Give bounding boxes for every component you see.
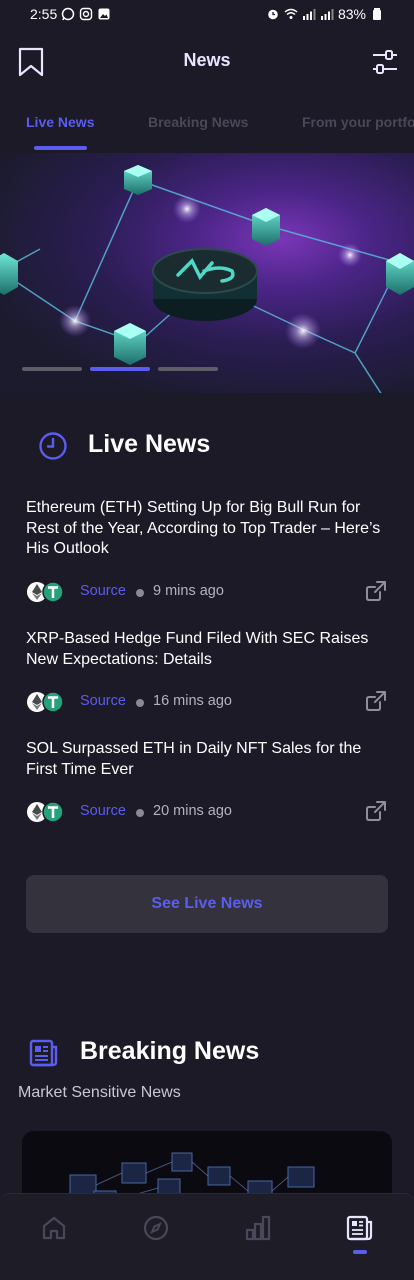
clock-icon [39,432,67,460]
coin-pair-icon [27,801,64,823]
news-headline[interactable]: XRP-Based Hedge Fund Filed With SEC Rais… [26,629,388,670]
external-link-icon[interactable] [364,799,388,823]
status-right: 83% [266,6,384,22]
external-link-icon[interactable] [364,689,388,713]
news-headline[interactable]: SOL Surpassed ETH in Daily NFT Sales for… [26,739,388,780]
news-tabs: Live News Breaking News From your portfo [0,108,414,154]
separator-dot [136,588,144,597]
gallery-icon [98,8,110,20]
news-item[interactable]: SOL Surpassed ETH in Daily NFT Sales for… [26,739,388,825]
active-nav-indicator [353,1250,367,1254]
signal-1-icon [302,9,316,20]
live-news-header: Live News [0,426,414,466]
active-tab-indicator [34,146,87,150]
news-item[interactable]: XRP-Based Hedge Fund Filed With SEC Rais… [26,629,388,715]
alarm-icon [268,9,278,20]
live-news-title: Live News [88,430,211,458]
blockchain-illustration [0,165,414,393]
external-link-icon[interactable] [364,579,388,603]
chart-icon[interactable] [244,1214,272,1242]
source-link[interactable]: Source [80,693,126,709]
whatsapp-icon [62,7,75,21]
breaking-news-title: Breaking News [80,1037,260,1065]
news-meta: Source 16 mins ago [26,689,388,715]
wifi-icon [284,8,298,19]
source-link[interactable]: Source [80,583,126,599]
breaking-news-header: Breaking News [0,1033,414,1073]
tab-live-news[interactable]: Live News [26,114,94,130]
battery-percent: 83% [337,6,366,22]
instagram-icon [80,7,93,21]
tab-breaking-news[interactable]: Breaking News [148,114,248,130]
app-header: News [0,40,414,84]
coin-pair-icon [27,580,64,603]
source-link[interactable]: Source [80,803,126,819]
battery-icon [373,8,381,20]
news-screen: 2:55 83% News Live News Breaking News Fr… [0,0,414,1280]
news-time: 16 mins ago [153,693,232,709]
separator-dot [136,699,144,707]
compass-icon[interactable] [142,1214,170,1242]
page-title: News [183,50,231,70]
status-bar: 2:55 83% [0,0,414,28]
carousel-dot[interactable] [22,367,82,371]
hero-banner[interactable] [0,153,414,393]
news-headline[interactable]: Ethereum (ETH) Setting Up for Big Bull R… [26,498,388,560]
tab-from-your-portfolio[interactable]: From your portfo [302,114,414,130]
home-icon[interactable] [40,1214,68,1242]
carousel-indicators [22,367,218,371]
news-time: 9 mins ago [153,582,224,599]
separator-dot [136,809,144,817]
filter-settings-icon[interactable] [370,46,400,78]
status-time: 2:55 [30,6,58,22]
news-time: 20 mins ago [153,803,232,819]
see-live-news-button[interactable]: See Live News [26,875,388,933]
breaking-news-subtitle: Market Sensitive News [18,1084,181,1101]
news-item[interactable]: Ethereum (ETH) Setting Up for Big Bull R… [26,498,388,605]
news-meta: Source 9 mins ago [26,579,388,605]
signal-2-icon [320,9,334,20]
newspaper-icon [29,1039,58,1067]
news-icon[interactable] [346,1214,374,1242]
status-left: 2:55 [30,6,111,22]
bottom-navigation [0,1193,414,1280]
news-meta: Source 20 mins ago [26,799,388,825]
coin-pair-icon [27,691,64,713]
carousel-dot[interactable] [158,367,218,371]
carousel-dot-active[interactable] [90,367,150,371]
